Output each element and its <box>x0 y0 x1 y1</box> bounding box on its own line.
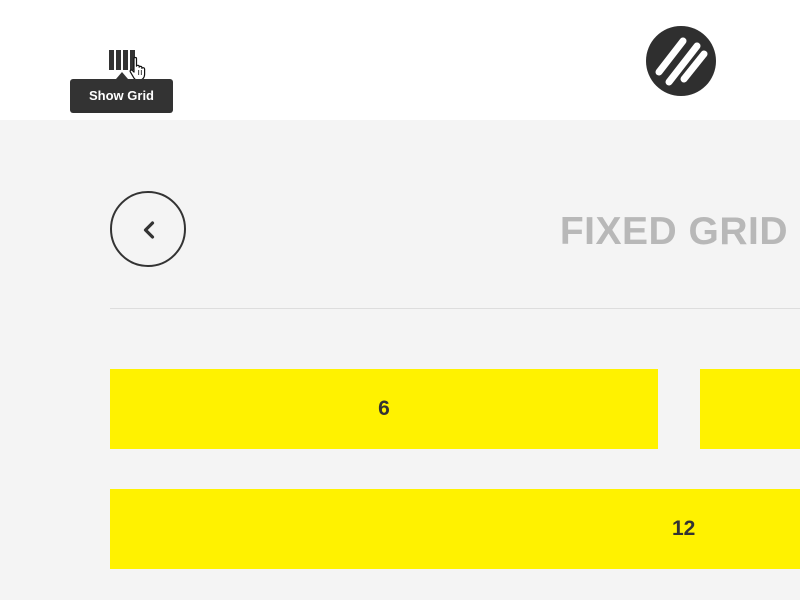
diagonal-stripes-logo-icon <box>646 26 716 96</box>
grid-column-bar <box>116 50 121 70</box>
page: Show Grid FIXED GRID 6 12 <box>0 0 800 600</box>
show-grid-tooltip: Show Grid <box>70 72 173 113</box>
section-divider <box>110 308 800 309</box>
grid-cell-label: 12 <box>672 517 696 540</box>
header-bar: Show Grid <box>0 0 800 120</box>
grid-column-bar <box>123 50 128 70</box>
chevron-left-icon <box>143 221 155 239</box>
back-button[interactable] <box>110 191 186 267</box>
grid-cell-partial <box>700 369 800 449</box>
grid-cell-six: 6 <box>110 369 658 449</box>
grid-cell-label: 6 <box>378 397 390 420</box>
page-title: FIXED GRID <box>559 210 788 253</box>
grid-column-bar <box>109 50 114 70</box>
grid-cell-twelve: 12 <box>110 489 800 569</box>
